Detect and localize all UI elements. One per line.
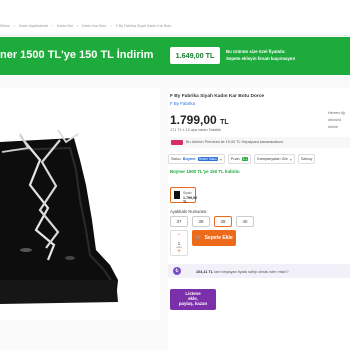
chevron-down-icon: ▾ [289,157,292,162]
decrement-button[interactable]: − [171,231,187,239]
score-label: Puan [230,157,240,161]
seller-prefix: Satıcı [171,157,181,161]
color-swatch[interactable]: Siyah 1.799,00 TL [170,187,197,204]
side-text: ürünle [328,125,338,129]
hepsipara-desc: tam beşlayan fiyata sahip olmak ister mi… [214,270,289,274]
size-option-selected[interactable]: 39 [214,216,232,227]
swatch-price: 1.799,00 TL [183,196,197,204]
seller-name: Boyner [182,157,196,161]
size-options: 37 38 39 40 [170,216,254,227]
breadcrumb-sep: › [110,24,112,28]
size-option[interactable]: 38 [192,216,210,227]
brand-link[interactable]: F By Fabrika [170,101,195,106]
swatch-color-name: Siyah [183,191,192,195]
premium-badge-icon [171,140,183,145]
breadcrumb-sep: › [51,24,54,28]
banner-note-line: Bu ürünün size özel fiyatıdır. [226,49,286,54]
breadcrumb-item: F By Fabrika Siyah Kadın Kar Botu [115,24,172,28]
breadcrumb-item[interactable]: Elbise [0,24,10,28]
breadcrumb-sep: › [13,24,15,28]
list-badge-line: paylaş, kazan [178,301,208,306]
product-price: 1.799,00 TL [170,113,229,127]
seller-chip[interactable]: Satıcı Boyner Resmi Satıcı ▾ [168,154,225,164]
banner-note: Bu ürünün size özel fiyatıdır. Sepete ek… [226,48,346,62]
increment-button[interactable]: + [171,248,187,256]
breadcrumb-item[interactable]: Kadın Bot [57,24,73,28]
score-value: 8,1 [241,157,249,161]
price-value: 1.799,00 [170,113,217,127]
banner-note-line: Sepete ekleyin fırsatı kaçırmayın! [226,56,296,61]
product-image[interactable] [0,95,132,312]
score-chip[interactable]: Puan 8,1 [227,154,252,164]
top-bar: Elbise › Kadın Ayakkabılar › Kadın Bot ›… [0,0,350,36]
quantity-stepper: − 1 adet + [170,230,188,256]
side-info-card: Hemen öğ ürününü ürünle [321,88,350,129]
chevron-down-icon: ▾ [219,157,222,162]
breadcrumb: Elbise › Kadın Ayakkabılar › Kadın Bot ›… [0,24,171,28]
breadcrumb-item[interactable]: Kadın Ayakkabılar [19,24,48,28]
official-seller-badge: Resmi Satıcı [197,157,218,161]
breadcrumb-sep: › [76,24,79,28]
price-currency: TL [220,119,229,126]
campaigns-chip[interactable]: Kampanyaları Gör ▾ [254,154,295,164]
premium-text: Bu ürünün Premium ile 19,00 TL Hepsipara… [186,140,285,144]
hepsipara-icon: ₺ [173,267,181,275]
promo-banner[interactable]: ner 1500 TL'ye 150 TL İndirim 1.649,00 T… [0,37,350,75]
side-text: Hemen öğ [328,111,345,115]
product-title: F By Fabrika Siyah Kadın Kar Botu Dorce [170,94,265,99]
add-to-cart-button[interactable]: 🛒 Sepete Ekle [192,230,236,246]
product-image-card [0,88,160,320]
compare-sellers-chip[interactable]: Satıcıy [297,154,316,164]
hepsipara-amount: 104,11 TL [196,270,214,274]
add-to-cart-label: Sepete Ekle [204,235,233,241]
swatch-thumbnail [174,191,180,199]
size-option[interactable]: 37 [170,216,188,227]
campaigns-label: Kampanyaları Gör [257,157,288,161]
breadcrumb-item[interactable]: Kadın Kar Botu [82,24,106,28]
promo-text[interactable]: Boyner 1500 TL'ye 150 TL İndirim [170,169,240,174]
size-label: Ayakkabı Numarası: [170,209,208,214]
banner-price: 1.649,00 TL [170,47,220,64]
installment-info[interactable]: 171 TL x 12 aya varan Taksitle [170,128,221,132]
hepsipara-text: 104,11 TL tam beşlayan fiyata sahip olma… [196,270,288,274]
compare-label: Satıcıy [300,157,313,161]
seller-filter-bar: Satıcı Boyner Resmi Satıcı ▾ Puan 8,1 Ka… [168,153,350,165]
side-text: ürününü [328,118,342,122]
snow-boot-image [0,130,118,304]
list-share-badge[interactable]: Listene ekle, paylaş, kazan [170,289,216,310]
cart-icon: 🛒 [195,235,202,241]
size-option[interactable]: 40 [236,216,254,227]
banner-title: ner 1500 TL'ye 150 TL İndirim [0,49,154,61]
